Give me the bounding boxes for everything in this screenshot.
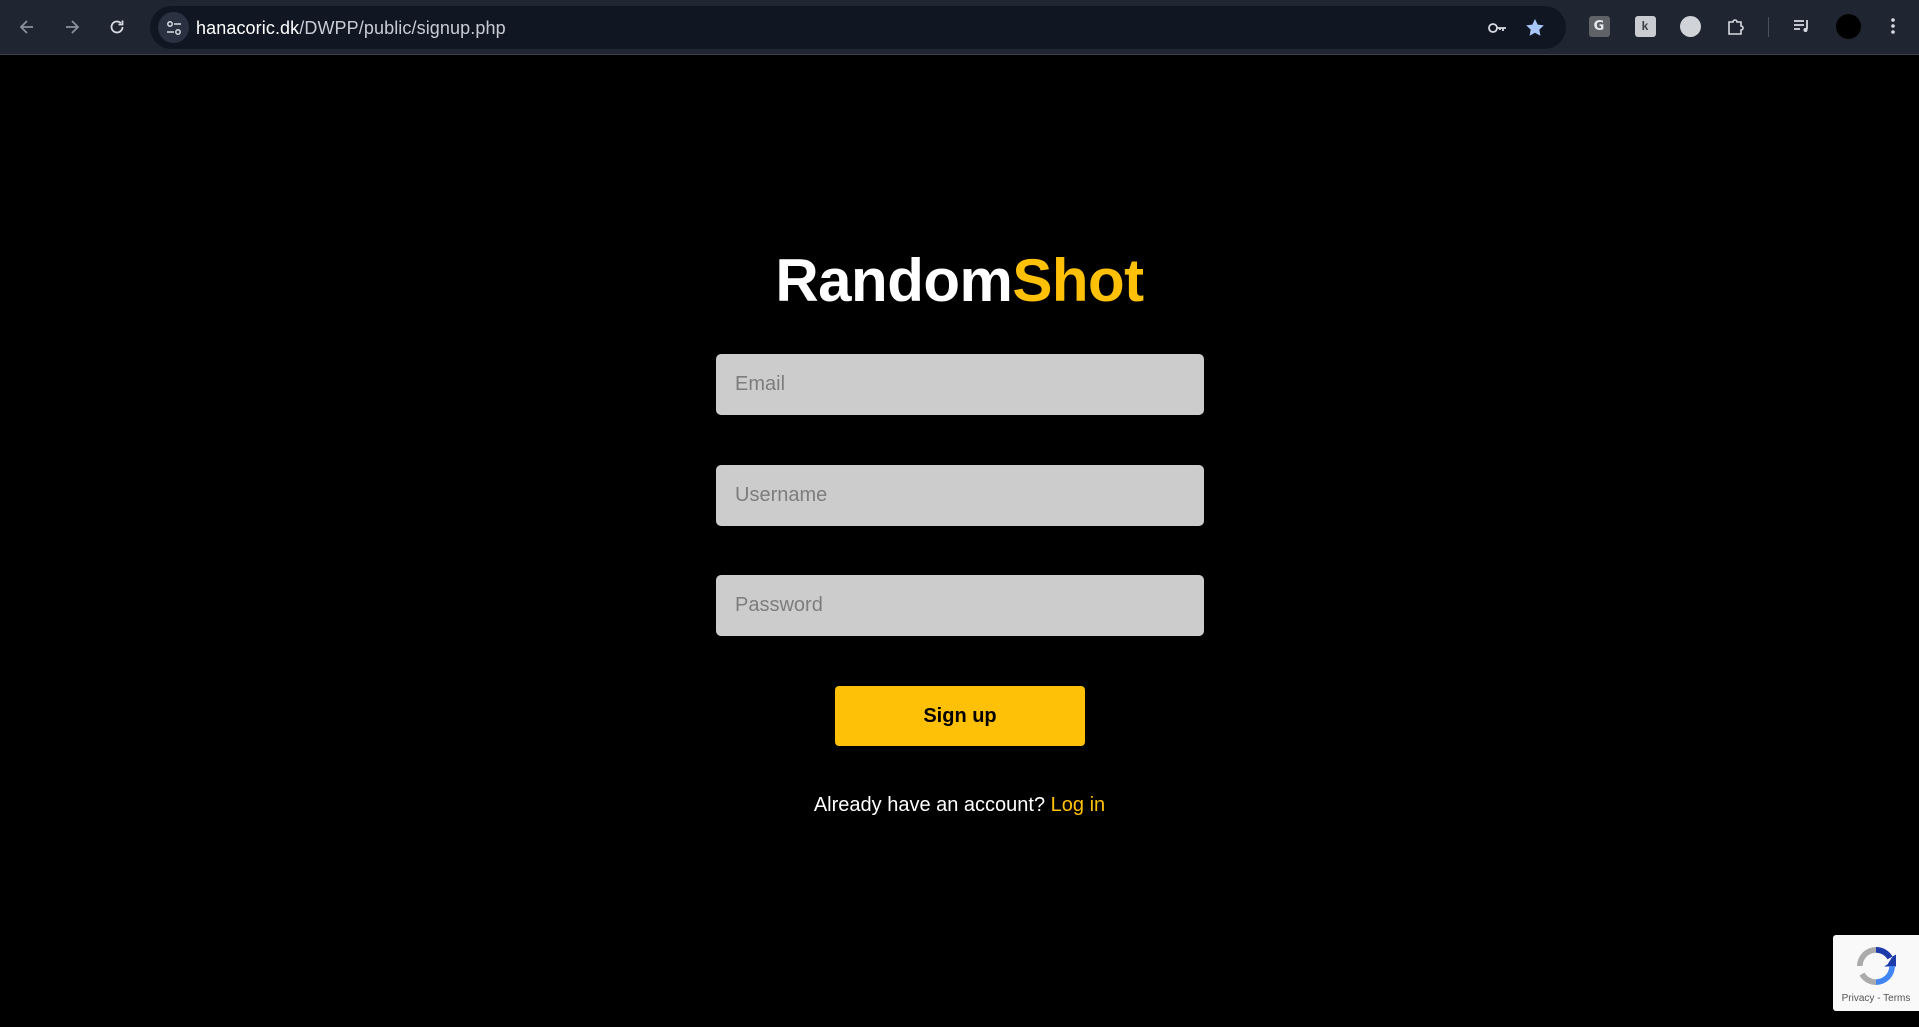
extension-g-button[interactable]: G [1587,14,1611,38]
media-control-button[interactable] [1790,14,1814,38]
browser-menu-button[interactable] [1881,14,1905,38]
login-prompt: Already have an account? Log in [0,794,1919,817]
recaptcha-privacy-link[interactable]: Privacy [1842,993,1875,1004]
url-host: hanacoric.dk [196,18,300,38]
recaptcha-terms-link[interactable]: Terms [1883,993,1910,1004]
reload-button[interactable] [100,10,134,44]
grammar-extension-icon: G [1588,15,1610,37]
extension-k-button[interactable]: k [1633,14,1657,38]
arrow-right-icon [66,20,80,34]
email-input[interactable] [716,354,1204,415]
signup-button[interactable]: Sign up [835,686,1085,746]
address-bar[interactable]: hanacoric.dk/DWPP/public/signup.php [150,6,1566,49]
login-prompt-text: Already have an account? [813,794,1046,816]
logo-part-random: Random [775,247,1013,314]
tune-icon [166,20,181,35]
site-info-button[interactable] [158,12,189,43]
site-logo: RandomShot [0,246,1919,315]
recaptcha-separator: - [1874,993,1884,1004]
recaptcha-badge[interactable]: Privacy - Terms [1833,935,1919,1011]
password-key-button[interactable] [1485,16,1509,40]
bookmark-star-button[interactable] [1523,16,1547,40]
arrow-left-icon [19,20,33,34]
circle-extension-icon [1679,15,1701,37]
key-icon [1488,23,1506,33]
url-path: /DWPP/public/signup.php [299,18,506,38]
puzzle-icon [1728,19,1744,35]
signup-page: RandomShot Sign up Already have an accou… [0,56,1919,1027]
logo-part-shot: Shot [1012,247,1144,314]
star-icon [1526,19,1544,36]
reload-icon [110,20,124,34]
browser-toolbar: hanacoric.dk/DWPP/public/signup.php G k [0,0,1919,55]
url-text[interactable]: hanacoric.dk/DWPP/public/signup.php [196,18,506,39]
login-link[interactable]: Log in [1051,794,1106,816]
extensions-menu-button[interactable] [1724,14,1748,38]
password-input[interactable] [716,575,1204,636]
queue-music-icon [1794,20,1808,32]
forward-button[interactable] [55,10,89,44]
back-button[interactable] [10,10,44,44]
profile-avatar[interactable] [1836,14,1861,39]
recaptcha-links: Privacy - Terms [1833,993,1919,1004]
username-input[interactable] [716,465,1204,526]
extension-c-button[interactable] [1678,14,1702,38]
more-vertical-icon [1891,18,1895,34]
k-extension-icon: k [1634,15,1656,37]
toolbar-divider [1768,17,1769,37]
recaptcha-icon [1857,946,1896,986]
